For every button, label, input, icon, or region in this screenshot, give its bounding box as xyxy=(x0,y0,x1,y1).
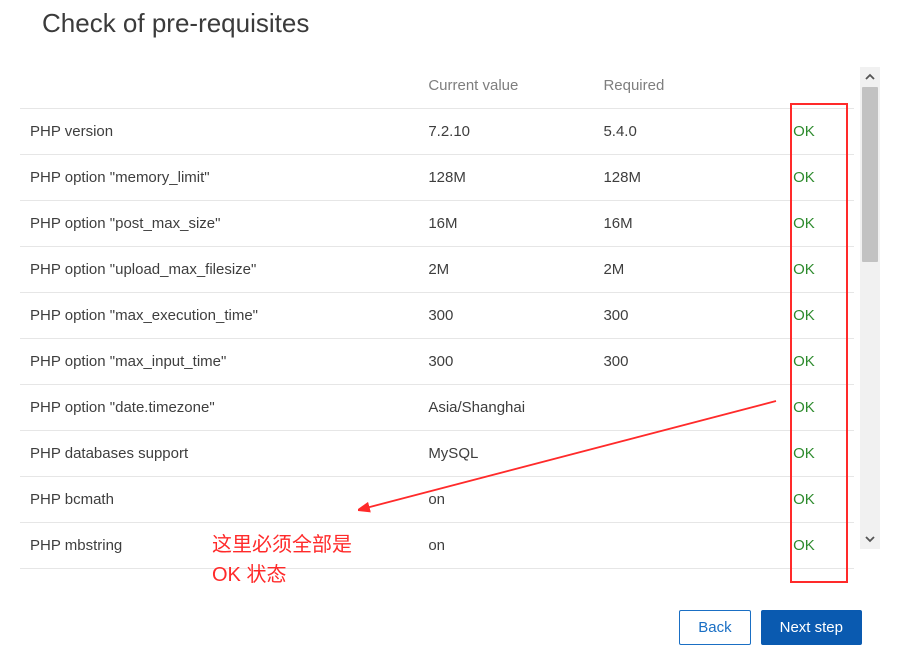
cell-required: 2M xyxy=(595,247,753,293)
scroll-up-arrow-icon[interactable] xyxy=(860,67,880,87)
cell-status: OK xyxy=(754,109,854,155)
cell-name: PHP option "date.timezone" xyxy=(20,385,420,431)
cell-name: PHP bcmath xyxy=(20,477,420,523)
cell-required xyxy=(595,385,753,431)
column-header-status xyxy=(754,67,854,109)
cell-status: OK xyxy=(754,385,854,431)
cell-name: PHP mbstring xyxy=(20,523,420,569)
prerequisites-table: Current value Required PHP version7.2.10… xyxy=(20,67,854,569)
cell-current: 7.2.10 xyxy=(420,109,595,155)
cell-current: on xyxy=(420,477,595,523)
table-row: PHP option "date.timezone"Asia/Shanghai O… xyxy=(20,385,854,431)
cell-status: OK xyxy=(754,339,854,385)
cell-status: OK xyxy=(754,293,854,339)
cell-status: OK xyxy=(754,523,854,569)
footer-buttons: Back Next step xyxy=(679,610,862,645)
next-step-button[interactable]: Next step xyxy=(761,610,862,645)
column-header-current: Current value xyxy=(420,67,595,109)
cell-required: 300 xyxy=(595,339,753,385)
cell-status: OK xyxy=(754,431,854,477)
table-row: PHP mbstringon OK xyxy=(20,523,854,569)
table-row: PHP version7.2.105.4.0OK xyxy=(20,109,854,155)
table-row: PHP databases supportMySQL OK xyxy=(20,431,854,477)
cell-required xyxy=(595,431,753,477)
cell-required: 16M xyxy=(595,201,753,247)
cell-current: 300 xyxy=(420,293,595,339)
cell-name: PHP option "max_execution_time" xyxy=(20,293,420,339)
page-title: Check of pre-requisites xyxy=(20,8,880,39)
table-row: PHP option "max_input_time"300300OK xyxy=(20,339,854,385)
table-row: PHP option "upload_max_filesize"2M2MOK xyxy=(20,247,854,293)
table-row: PHP option "post_max_size"16M16MOK xyxy=(20,201,854,247)
cell-status: OK xyxy=(754,201,854,247)
cell-current: 16M xyxy=(420,201,595,247)
cell-required xyxy=(595,477,753,523)
cell-current: 300 xyxy=(420,339,595,385)
cell-name: PHP version xyxy=(20,109,420,155)
table-row: PHP option "max_execution_time"300300OK xyxy=(20,293,854,339)
back-button[interactable]: Back xyxy=(679,610,750,645)
cell-name: PHP option "memory_limit" xyxy=(20,155,420,201)
cell-current: 2M xyxy=(420,247,595,293)
cell-status: OK xyxy=(754,477,854,523)
cell-current: MySQL xyxy=(420,431,595,477)
cell-current: on xyxy=(420,523,595,569)
cell-name: PHP option "post_max_size" xyxy=(20,201,420,247)
cell-name: PHP databases support xyxy=(20,431,420,477)
cell-current: Asia/Shanghai xyxy=(420,385,595,431)
cell-name: PHP option "max_input_time" xyxy=(20,339,420,385)
cell-required: 5.4.0 xyxy=(595,109,753,155)
vertical-scrollbar[interactable] xyxy=(860,67,880,549)
column-header-required: Required xyxy=(595,67,753,109)
cell-status: OK xyxy=(754,247,854,293)
table-row: PHP option "memory_limit"128M128MOK xyxy=(20,155,854,201)
cell-required: 300 xyxy=(595,293,753,339)
scrollbar-thumb[interactable] xyxy=(862,87,878,262)
scroll-down-arrow-icon[interactable] xyxy=(860,529,880,549)
cell-name: PHP option "upload_max_filesize" xyxy=(20,247,420,293)
cell-required xyxy=(595,523,753,569)
table-row: PHP bcmathon OK xyxy=(20,477,854,523)
cell-required: 128M xyxy=(595,155,753,201)
cell-current: 128M xyxy=(420,155,595,201)
cell-status: OK xyxy=(754,155,854,201)
column-header-name xyxy=(20,67,420,109)
scrollbar-track[interactable] xyxy=(860,87,880,529)
